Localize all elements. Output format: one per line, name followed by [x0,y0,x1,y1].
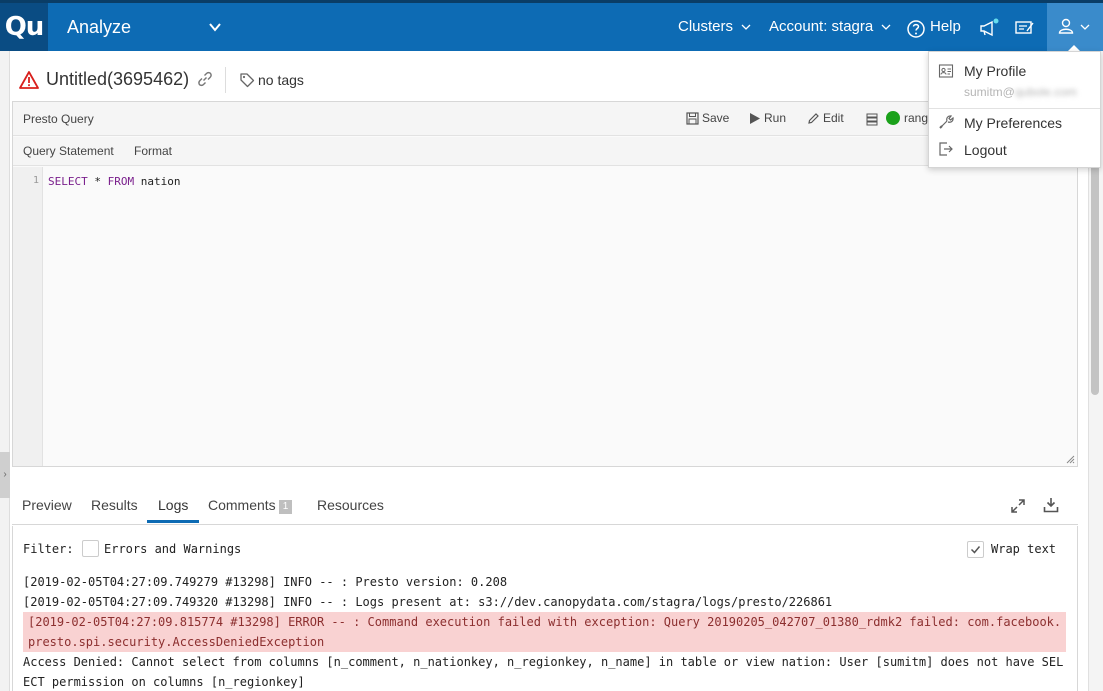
sql-code-editor[interactable]: SELECT * FROM nation [48,175,180,188]
sql-table-name: nation [134,175,181,188]
editor-tabs: Query Statement Format [13,137,1077,166]
feedback-icon[interactable] [1013,17,1035,39]
tab-resources[interactable]: Resources [317,497,384,513]
play-icon [750,113,760,124]
sql-operator: * [87,175,108,188]
tab-results[interactable]: Results [91,497,138,513]
run-button[interactable]: Run [749,111,786,125]
user-email: sumitm@qubole.com [964,85,1077,99]
errors-warnings-label[interactable]: Errors and Warnings [104,542,241,556]
my-profile-link[interactable]: My Profile [964,63,1026,79]
user-icon [1058,18,1074,34]
errors-warnings-checkbox[interactable] [82,540,99,557]
chevron-down-icon[interactable] [207,19,223,35]
tab-preview[interactable]: Preview [22,497,72,513]
chevron-down-icon [741,24,751,30]
my-preferences-link[interactable]: My Preferences [964,115,1062,131]
user-menu-button[interactable] [1047,3,1103,51]
warning-icon [19,71,39,89]
link-icon[interactable] [197,71,213,87]
clusters-menu[interactable]: Clusters [678,3,751,51]
app-switcher-label[interactable]: Analyze [67,3,131,51]
help-icon[interactable] [906,19,926,39]
top-navigation-bar: Qu Analyze Clusters Account: stagra Help [0,0,1103,51]
cluster-status-indicator [886,111,900,125]
tab-query-statement[interactable]: Query Statement [23,144,114,158]
edit-button[interactable]: Edit [807,111,844,125]
download-icon[interactable] [1043,497,1059,513]
log-line: Access Denied: Cannot select from column… [23,655,1064,689]
log-line-error: [2019-02-05T04:27:09.815774 #13298] ERRO… [23,612,1066,652]
menu-divider [929,108,1100,109]
expand-icon[interactable] [1010,498,1026,514]
checkmark-icon [970,546,981,554]
profile-card-icon [938,64,954,78]
filter-label: Filter: [23,542,74,556]
log-line: [2019-02-05T04:27:09.749279 #13298] INFO… [23,575,508,589]
cluster-selector[interactable]: rang [904,111,928,125]
comments-count-badge: 1 [278,500,293,514]
active-tab-indicator [147,520,199,523]
expand-sidebar-handle[interactable]: › [0,452,10,498]
logout-icon [939,142,953,156]
query-editor-panel: Presto Query Save Run Edit rang Query St… [12,101,1078,467]
query-title[interactable]: Untitled(3695462) [46,69,189,90]
save-icon [686,112,699,125]
sql-keyword: SELECT [48,175,88,188]
chevron-down-icon [1080,24,1090,30]
tags-label[interactable]: no tags [258,72,304,88]
wrap-text-checkbox[interactable] [967,541,984,558]
preferences-icon [939,115,954,129]
log-line: [2019-02-05T04:27:09.749320 #13298] INFO… [23,595,833,609]
query-type-label: Presto Query [23,112,94,126]
title-separator [225,67,226,93]
server-icon [866,113,878,126]
chevron-down-icon [881,24,891,30]
tab-format[interactable]: Format [134,144,172,158]
wrap-text-label[interactable]: Wrap text [991,542,1056,556]
tab-comments[interactable]: Comments 1 [208,497,293,514]
megaphone-icon[interactable] [977,17,999,39]
pencil-icon [808,113,819,124]
resize-handle-icon[interactable] [1066,455,1075,464]
account-menu[interactable]: Account: stagra [769,3,891,51]
editor-toolbar: Presto Query Save Run Edit rang [13,102,1077,136]
line-number: 1 [32,175,39,186]
tag-icon[interactable] [239,72,255,88]
qubole-logo[interactable]: Qu [0,3,48,51]
sql-keyword: FROM [107,175,135,188]
line-number-gutter: 1 [13,167,43,466]
left-sidebar-collapsed [0,51,10,691]
logout-link[interactable]: Logout [964,142,1007,158]
help-link[interactable]: Help [930,3,961,51]
tab-logs[interactable]: Logs [158,497,188,513]
save-button[interactable]: Save [686,111,729,125]
user-dropdown-menu: My Profile sumitm@qubole.com My Preferen… [928,51,1101,168]
